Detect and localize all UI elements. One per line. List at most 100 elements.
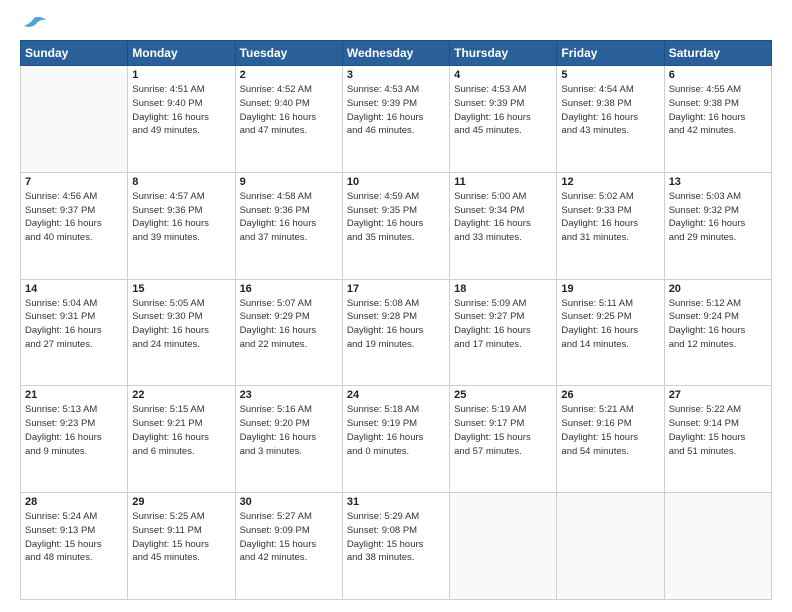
calendar-day-cell: 18 Sunrise: 5:09 AMSunset: 9:27 PMDayligh… [450, 279, 557, 386]
day-info: Sunrise: 5:02 AMSunset: 9:33 PMDaylight:… [561, 190, 659, 245]
day-info: Sunrise: 5:05 AMSunset: 9:30 PMDaylight:… [132, 297, 230, 352]
calendar-week-row: 1 Sunrise: 4:51 AMSunset: 9:40 PMDaylight… [21, 66, 772, 173]
day-number: 13 [669, 176, 767, 188]
day-info: Sunrise: 5:16 AMSunset: 9:20 PMDaylight:… [240, 403, 338, 458]
calendar-day-cell: 10 Sunrise: 4:59 AMSunset: 9:35 PMDayligh… [342, 172, 449, 279]
day-number: 24 [347, 389, 445, 401]
day-info: Sunrise: 5:29 AMSunset: 9:08 PMDaylight:… [347, 510, 445, 565]
calendar-day-cell [557, 493, 664, 600]
day-info: Sunrise: 5:27 AMSunset: 9:09 PMDaylight:… [240, 510, 338, 565]
day-number: 6 [669, 69, 767, 81]
calendar-day-cell: 17 Sunrise: 5:08 AMSunset: 9:28 PMDayligh… [342, 279, 449, 386]
day-number: 4 [454, 69, 552, 81]
calendar-day-cell: 16 Sunrise: 5:07 AMSunset: 9:29 PMDayligh… [235, 279, 342, 386]
calendar-day-cell: 20 Sunrise: 5:12 AMSunset: 9:24 PMDayligh… [664, 279, 771, 386]
day-info: Sunrise: 4:56 AMSunset: 9:37 PMDaylight:… [25, 190, 123, 245]
day-number: 22 [132, 389, 230, 401]
day-info: Sunrise: 5:08 AMSunset: 9:28 PMDaylight:… [347, 297, 445, 352]
calendar-day-cell: 8 Sunrise: 4:57 AMSunset: 9:36 PMDaylight… [128, 172, 235, 279]
calendar-day-cell: 2 Sunrise: 4:52 AMSunset: 9:40 PMDaylight… [235, 66, 342, 173]
day-number: 30 [240, 496, 338, 508]
day-number: 29 [132, 496, 230, 508]
day-number: 23 [240, 389, 338, 401]
calendar-header-cell: Wednesday [342, 41, 449, 66]
day-info: Sunrise: 4:53 AMSunset: 9:39 PMDaylight:… [454, 83, 552, 138]
calendar-day-cell: 22 Sunrise: 5:15 AMSunset: 9:21 PMDayligh… [128, 386, 235, 493]
day-info: Sunrise: 4:52 AMSunset: 9:40 PMDaylight:… [240, 83, 338, 138]
calendar-day-cell: 15Sunrise: 5:05 AMSunset: 9:30 PMDayligh… [128, 279, 235, 386]
day-info: Sunrise: 4:53 AMSunset: 9:39 PMDaylight:… [347, 83, 445, 138]
day-info: Sunrise: 5:03 AMSunset: 9:32 PMDaylight:… [669, 190, 767, 245]
calendar-day-cell: 7 Sunrise: 4:56 AMSunset: 9:37 PMDaylight… [21, 172, 128, 279]
day-number: 7 [25, 176, 123, 188]
day-number: 28 [25, 496, 123, 508]
day-number: 25 [454, 389, 552, 401]
calendar-day-cell: 6 Sunrise: 4:55 AMSunset: 9:38 PMDaylight… [664, 66, 771, 173]
calendar-week-row: 14Sunrise: 5:04 AMSunset: 9:31 PMDayligh… [21, 279, 772, 386]
day-number: 1 [132, 69, 230, 81]
day-info: Sunrise: 5:21 AMSunset: 9:16 PMDaylight:… [561, 403, 659, 458]
calendar-header-cell: Friday [557, 41, 664, 66]
page: SundayMondayTuesdayWednesdayThursdayFrid… [0, 0, 792, 612]
day-number: 31 [347, 496, 445, 508]
day-info: Sunrise: 5:22 AMSunset: 9:14 PMDaylight:… [669, 403, 767, 458]
day-number: 17 [347, 283, 445, 295]
day-number: 8 [132, 176, 230, 188]
day-info: Sunrise: 4:55 AMSunset: 9:38 PMDaylight:… [669, 83, 767, 138]
day-info: Sunrise: 5:15 AMSunset: 9:21 PMDaylight:… [132, 403, 230, 458]
day-info: Sunrise: 5:12 AMSunset: 9:24 PMDaylight:… [669, 297, 767, 352]
calendar-day-cell: 13 Sunrise: 5:03 AMSunset: 9:32 PMDayligh… [664, 172, 771, 279]
day-info: Sunrise: 5:09 AMSunset: 9:27 PMDaylight:… [454, 297, 552, 352]
calendar-day-cell: 5 Sunrise: 4:54 AMSunset: 9:38 PMDaylight… [557, 66, 664, 173]
calendar-header-cell: Thursday [450, 41, 557, 66]
calendar-day-cell: 25 Sunrise: 5:19 AMSunset: 9:17 PMDayligh… [450, 386, 557, 493]
logo-bird-icon [22, 16, 46, 34]
day-number: 3 [347, 69, 445, 81]
day-number: 9 [240, 176, 338, 188]
day-number: 27 [669, 389, 767, 401]
day-info: Sunrise: 5:13 AMSunset: 9:23 PMDaylight:… [25, 403, 123, 458]
day-number: 11 [454, 176, 552, 188]
calendar-week-row: 28 Sunrise: 5:24 AMSunset: 9:13 PMDayligh… [21, 493, 772, 600]
day-info: Sunrise: 5:00 AMSunset: 9:34 PMDaylight:… [454, 190, 552, 245]
day-info: Sunrise: 4:59 AMSunset: 9:35 PMDaylight:… [347, 190, 445, 245]
day-info: Sunrise: 5:24 AMSunset: 9:13 PMDaylight:… [25, 510, 123, 565]
day-info: Sunrise: 4:57 AMSunset: 9:36 PMDaylight:… [132, 190, 230, 245]
day-number: 16 [240, 283, 338, 295]
day-info: Sunrise: 5:11 AMSunset: 9:25 PMDaylight:… [561, 297, 659, 352]
calendar-day-cell: 24 Sunrise: 5:18 AMSunset: 9:19 PMDayligh… [342, 386, 449, 493]
day-number: 18 [454, 283, 552, 295]
calendar-day-cell: 31 Sunrise: 5:29 AMSunset: 9:08 PMDayligh… [342, 493, 449, 600]
calendar-day-cell: 26 Sunrise: 5:21 AMSunset: 9:16 PMDayligh… [557, 386, 664, 493]
calendar-day-cell: 3 Sunrise: 4:53 AMSunset: 9:39 PMDaylight… [342, 66, 449, 173]
day-info: Sunrise: 5:07 AMSunset: 9:29 PMDaylight:… [240, 297, 338, 352]
day-info: Sunrise: 5:19 AMSunset: 9:17 PMDaylight:… [454, 403, 552, 458]
day-info: Sunrise: 5:04 AMSunset: 9:31 PMDaylight:… [25, 297, 123, 352]
day-number: 20 [669, 283, 767, 295]
calendar-day-cell: 9 Sunrise: 4:58 AMSunset: 9:36 PMDaylight… [235, 172, 342, 279]
day-info: Sunrise: 5:18 AMSunset: 9:19 PMDaylight:… [347, 403, 445, 458]
calendar-body: 1 Sunrise: 4:51 AMSunset: 9:40 PMDaylight… [21, 66, 772, 600]
calendar-day-cell: 28 Sunrise: 5:24 AMSunset: 9:13 PMDayligh… [21, 493, 128, 600]
calendar-day-cell [664, 493, 771, 600]
calendar-day-cell: 19Sunrise: 5:11 AMSunset: 9:25 PMDayligh… [557, 279, 664, 386]
header [20, 16, 772, 34]
calendar-day-cell: 23 Sunrise: 5:16 AMSunset: 9:20 PMDayligh… [235, 386, 342, 493]
calendar-day-cell [450, 493, 557, 600]
day-number: 12 [561, 176, 659, 188]
day-info: Sunrise: 5:25 AMSunset: 9:11 PMDaylight:… [132, 510, 230, 565]
day-number: 26 [561, 389, 659, 401]
calendar-day-cell: 27 Sunrise: 5:22 AMSunset: 9:14 PMDayligh… [664, 386, 771, 493]
calendar-day-cell: 4 Sunrise: 4:53 AMSunset: 9:39 PMDaylight… [450, 66, 557, 173]
calendar-week-row: 7 Sunrise: 4:56 AMSunset: 9:37 PMDaylight… [21, 172, 772, 279]
calendar-day-cell: 14Sunrise: 5:04 AMSunset: 9:31 PMDayligh… [21, 279, 128, 386]
day-number: 10 [347, 176, 445, 188]
day-info: Sunrise: 4:58 AMSunset: 9:36 PMDaylight:… [240, 190, 338, 245]
day-number: 5 [561, 69, 659, 81]
day-info: Sunrise: 4:51 AMSunset: 9:40 PMDaylight:… [132, 83, 230, 138]
day-number: 2 [240, 69, 338, 81]
day-info: Sunrise: 4:54 AMSunset: 9:38 PMDaylight:… [561, 83, 659, 138]
calendar-header-cell: Tuesday [235, 41, 342, 66]
calendar-header-row: SundayMondayTuesdayWednesdayThursdayFrid… [21, 41, 772, 66]
calendar-header-cell: Saturday [664, 41, 771, 66]
